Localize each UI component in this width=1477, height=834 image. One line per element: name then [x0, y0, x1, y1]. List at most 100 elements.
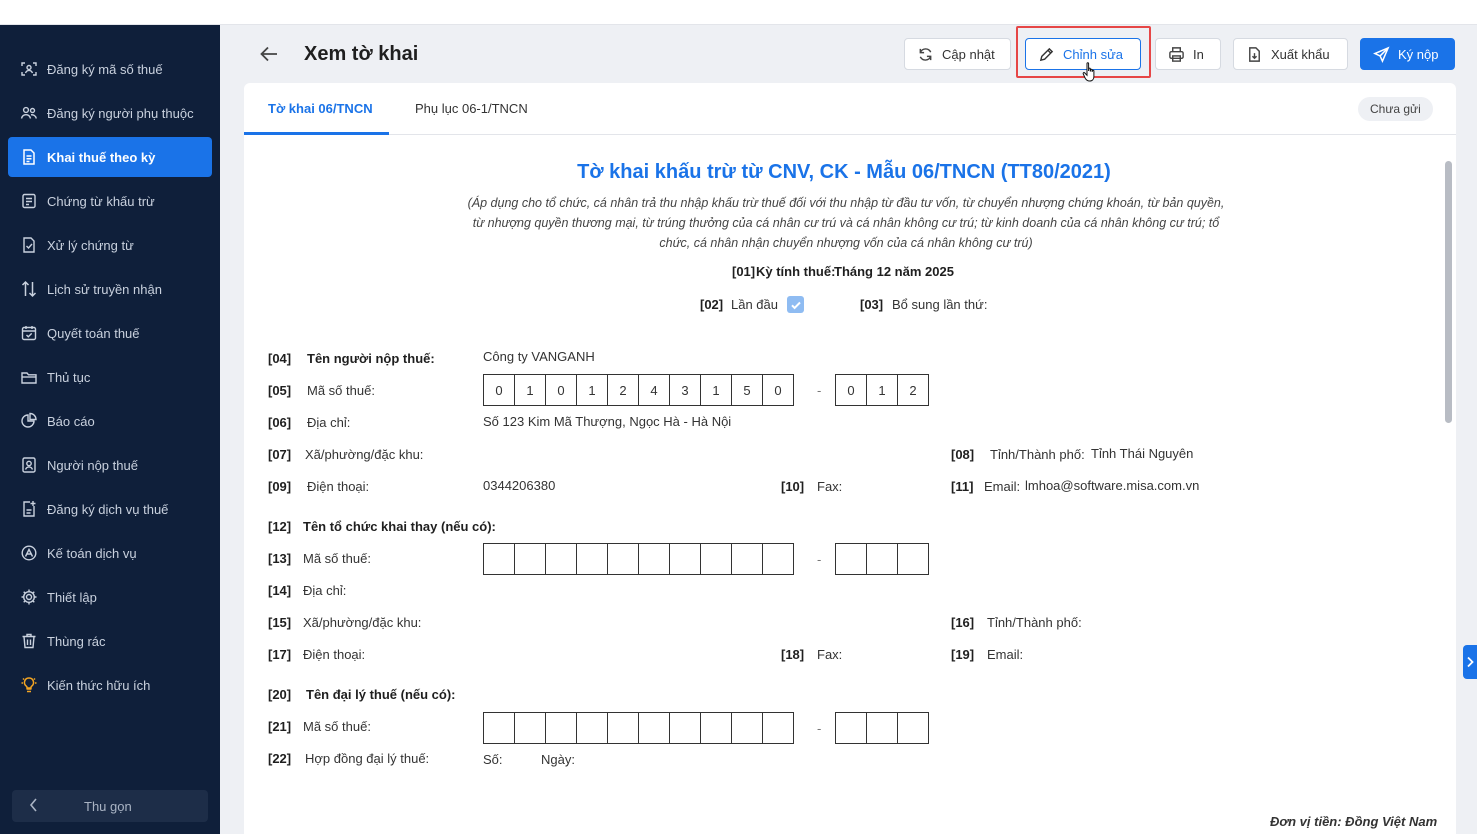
gear-icon	[20, 588, 38, 606]
f07-label: Xã/phường/đặc khu:	[305, 447, 424, 462]
sidebar-item-withholding-vouchers[interactable]: Chứng từ khấu trừ	[8, 181, 212, 221]
address-value: Số 123 Kim Mã Thượng, Ngọc Hà - Hà Nội	[483, 414, 732, 429]
tax-id-digit: 0	[835, 374, 867, 406]
tax-id-box[interactable]	[762, 543, 794, 575]
tax-id-box[interactable]	[638, 543, 670, 575]
tax-id-box[interactable]	[607, 712, 639, 744]
tax-id-separator: -	[817, 721, 822, 736]
sidebar: Đăng ký mã số thuế Đăng ký người phụ thu…	[0, 25, 220, 834]
tax-id-box[interactable]	[576, 712, 608, 744]
sidebar-item-tax-id-registration[interactable]: Đăng ký mã số thuế	[8, 49, 212, 89]
update-button[interactable]: Cập nhật	[904, 38, 1011, 70]
tax-id-box[interactable]	[514, 712, 546, 744]
tax-id-box[interactable]	[897, 543, 929, 575]
tax-id-box[interactable]	[897, 712, 929, 744]
sidebar-item-label: Xử lý chứng từ	[47, 237, 134, 253]
status-badge: Chưa gửi	[1358, 97, 1433, 121]
sidebar-item-voucher-processing[interactable]: Xử lý chứng từ	[8, 225, 212, 265]
download-file-icon	[1249, 46, 1260, 62]
f06-label: Địa chỉ:	[307, 415, 351, 430]
f14-code: [14]	[268, 583, 292, 598]
sidebar-item-procedures[interactable]: Thủ tục	[8, 357, 212, 397]
tax-id-box[interactable]	[545, 712, 577, 744]
sidebar-item-label: Quyết toán thuế	[47, 325, 140, 341]
tax-id-digit: 5	[731, 374, 763, 406]
tax-id-box[interactable]	[731, 712, 763, 744]
vertical-scrollbar[interactable]	[1445, 161, 1452, 423]
export-button[interactable]: Xuất khẩu	[1233, 38, 1348, 70]
sidebar-item-service-accounting[interactable]: Kế toán dịch vụ	[8, 533, 212, 573]
sidebar-item-transmission-history[interactable]: Lịch sử truyền nhận	[8, 269, 212, 309]
sidebar-item-tax-service-registration[interactable]: Đăng ký dịch vụ thuế	[8, 489, 212, 529]
collapse-sidebar-button[interactable]: Thu gọn	[12, 790, 208, 822]
tax-id-box[interactable]	[700, 712, 732, 744]
expand-panel-tab[interactable]	[1463, 645, 1477, 679]
f05-code: [05]	[268, 383, 292, 398]
f19-code: [19]	[951, 647, 975, 662]
tab-appendix-06-1[interactable]: Phụ lục 06-1/TNCN	[415, 101, 528, 116]
f20-label: Tên đại lý thuế (nếu có):	[306, 687, 456, 702]
sidebar-item-useful-knowledge[interactable]: Kiến thức hữu ích	[8, 665, 212, 705]
back-arrow-icon[interactable]	[258, 43, 280, 65]
print-button-label: In	[1193, 46, 1204, 62]
tax-id-box[interactable]	[669, 543, 701, 575]
first-time-checkbox[interactable]	[787, 296, 804, 313]
agent-tax-id-branch-boxes	[835, 543, 929, 575]
sidebar-item-taxpayers[interactable]: Người nộp thuế	[8, 445, 212, 485]
sidebar-item-reports[interactable]: Báo cáo	[8, 401, 212, 441]
tax-id-box[interactable]	[545, 543, 577, 575]
tax-id-digit: 0	[762, 374, 794, 406]
form-subtitle: (Áp dụng cho tổ chức, cá nhân trả thu nh…	[456, 193, 1236, 253]
f09-label: Điện thoại:	[307, 479, 370, 494]
f12-code: [12]	[268, 519, 292, 534]
first-time-label: Lần đầu	[731, 297, 778, 312]
tax-id-box[interactable]	[866, 543, 898, 575]
period-label: Kỳ tính thuế:	[756, 264, 836, 279]
sidebar-item-tax-finalization[interactable]: Quyết toán thuế	[8, 313, 212, 353]
period-value: Tháng 12 năm 2025	[834, 264, 954, 279]
tax-id-box[interactable]	[638, 712, 670, 744]
sidebar-item-periodic-declaration[interactable]: Khai thuế theo kỳ	[8, 137, 212, 177]
main-content: Xem tờ khai Cập nhật Chỉnh sửa In Xuất k…	[220, 25, 1477, 834]
lightbulb-icon	[20, 676, 38, 694]
f04-code: [04]	[268, 351, 292, 366]
first-time-code: [02]	[700, 297, 724, 312]
tax-id-box[interactable]	[835, 543, 867, 575]
sidebar-item-label: Lịch sử truyền nhận	[47, 281, 162, 297]
tax-id-separator: -	[817, 552, 822, 567]
users-icon	[20, 104, 38, 122]
tax-id-digit: 4	[638, 374, 670, 406]
tax-id-box[interactable]	[866, 712, 898, 744]
f11-label: Email:	[984, 479, 1021, 494]
tab-declaration-06[interactable]: Tờ khai 06/TNCN	[268, 101, 373, 116]
tax-id-box[interactable]	[607, 543, 639, 575]
print-button[interactable]: In	[1155, 38, 1221, 70]
sidebar-item-settings[interactable]: Thiết lập	[8, 577, 212, 617]
tax-id-box[interactable]	[483, 543, 515, 575]
sidebar-item-dependent-registration[interactable]: Đăng ký người phụ thuộc	[8, 93, 212, 133]
form-title: Tờ khai khấu trừ từ CNV, CK - Mẫu 06/TNC…	[577, 161, 1111, 183]
tax-id-box[interactable]	[700, 543, 732, 575]
tax-id-box[interactable]	[762, 712, 794, 744]
document-icon	[20, 148, 38, 166]
tax-id-box[interactable]	[514, 543, 546, 575]
form-subtitle-line: từ nhượng quyền thương mại, từ trúng thư…	[472, 216, 1220, 230]
tax-id-box[interactable]	[835, 712, 867, 744]
sign-submit-button[interactable]: Ký nộp	[1360, 38, 1455, 70]
f19-label: Email:	[987, 647, 1024, 662]
tax-id-digit: 1	[576, 374, 608, 406]
chevron-right-icon	[1467, 656, 1474, 668]
tax-id-box[interactable]	[731, 543, 763, 575]
tax-id-box[interactable]	[576, 543, 608, 575]
receipt-icon	[20, 192, 38, 210]
supplement-code: [03]	[860, 297, 884, 312]
tax-id-box[interactable]	[483, 712, 515, 744]
f15-label: Xã/phường/đặc khu:	[303, 615, 422, 630]
form-subtitle-line: chức, cá nhân nhận chuyển nhượng vốn của…	[659, 236, 1033, 250]
tax-id-box[interactable]	[669, 712, 701, 744]
period-code: [01]	[732, 264, 756, 279]
tax-id-digit: 0	[483, 374, 515, 406]
sidebar-item-label: Đăng ký dịch vụ thuế	[47, 501, 169, 517]
sidebar-item-trash[interactable]: Thùng rác	[8, 621, 212, 661]
send-icon	[1373, 45, 1390, 63]
